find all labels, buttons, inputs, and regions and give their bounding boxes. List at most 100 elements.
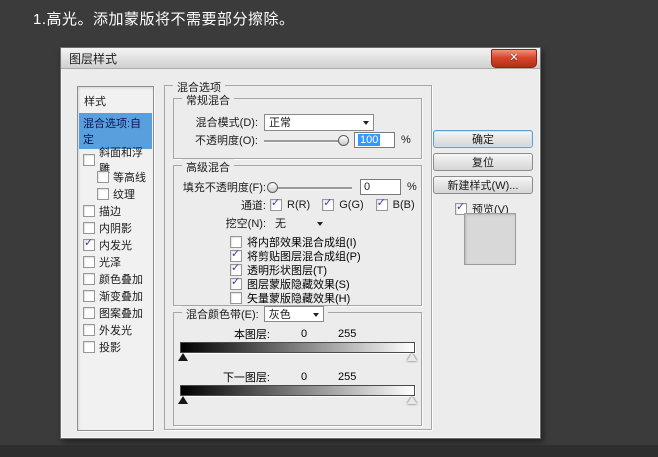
- blend-if-legend: 混合颜色带(E): 灰色: [182, 306, 328, 322]
- blend-if-value: 灰色: [269, 306, 291, 322]
- this-layer-row: 本图层: 0 255: [174, 327, 421, 341]
- option-layer-mask-hides[interactable]: 图层蒙版隐藏效果(S): [230, 278, 421, 289]
- marker-row: [180, 396, 415, 405]
- sidebar-item-pattern-overlay[interactable]: 图案叠加: [78, 304, 153, 321]
- sidebar-item-label: 等高线: [113, 169, 146, 185]
- option-transparency-shapes[interactable]: 透明形状图层(T): [230, 264, 421, 275]
- general-blending-group: 常规混合 混合模式(D): 正常 不透明度(O): 100: [173, 98, 422, 159]
- checkbox[interactable]: [83, 273, 95, 285]
- sidebar-item-label: 纹理: [113, 186, 135, 202]
- sidebar-item-color-overlay[interactable]: 颜色叠加: [78, 270, 153, 287]
- checkbox[interactable]: [230, 278, 242, 290]
- knockout-value: 无: [275, 215, 286, 231]
- black-point-marker[interactable]: [178, 353, 188, 361]
- opacity-slider[interactable]: [264, 136, 346, 145]
- blend-if-select[interactable]: 灰色: [264, 306, 324, 322]
- channel-b[interactable]: B(B): [376, 199, 415, 211]
- sidebar-item-inner-shadow[interactable]: 内阴影: [78, 219, 153, 236]
- ok-button[interactable]: 确定: [433, 130, 533, 148]
- underlying-layer-row: 下一图层: 0 255: [174, 370, 421, 384]
- blend-mode-label: 混合模式(D):: [174, 114, 264, 130]
- sidebar-item-label: 颜色叠加: [99, 271, 143, 287]
- advanced-options-list: 将内部效果混合成组(I) 将剪贴图层混合成组(P) 透明形状图层(T) 图层蒙版…: [174, 236, 421, 303]
- fill-opacity-unit: %: [407, 181, 417, 193]
- sidebar-header: 样式: [78, 92, 153, 112]
- checkbox[interactable]: [83, 239, 95, 251]
- channel-label: R(R): [287, 199, 310, 211]
- sidebar-item-label: 渐变叠加: [99, 288, 143, 304]
- white-point-marker[interactable]: [407, 353, 417, 361]
- underlying-layer-label: 下一图层:: [174, 369, 270, 385]
- new-style-button[interactable]: 新建样式(W)...: [433, 176, 533, 194]
- checkbox[interactable]: [230, 292, 242, 304]
- styles-sidebar: 样式 混合选项:自定 斜面和浮雕 等高线 纹理 描边 内阴影: [77, 86, 154, 431]
- knockout-select[interactable]: 无: [270, 215, 328, 232]
- fill-opacity-slider[interactable]: [270, 183, 352, 192]
- option-label: 矢量蒙版隐藏效果(H): [247, 290, 350, 306]
- checkbox[interactable]: [83, 324, 95, 336]
- white-point-marker[interactable]: [407, 396, 417, 404]
- blend-if-label: 混合颜色带(E):: [186, 306, 259, 322]
- marker-row: [180, 353, 415, 362]
- this-layer-gradient: [180, 342, 415, 362]
- slider-track: [270, 187, 352, 190]
- option-blend-clipped[interactable]: 将剪贴图层混合成组(P): [230, 250, 421, 261]
- layer-style-dialog: 图层样式 ✕ 样式 混合选项:自定 斜面和浮雕 等高线 纹理 描边: [60, 47, 541, 439]
- sidebar-item-outer-glow[interactable]: 外发光: [78, 321, 153, 338]
- sidebar-item-inner-glow[interactable]: 内发光: [78, 236, 153, 253]
- sidebar-item-satin[interactable]: 光泽: [78, 253, 153, 270]
- fill-opacity-value: 0: [364, 181, 370, 193]
- group-title: 高级混合: [182, 159, 234, 175]
- checkbox[interactable]: [83, 222, 95, 234]
- checkbox[interactable]: [97, 171, 109, 183]
- checkbox[interactable]: [83, 205, 95, 217]
- chevron-down-icon: [313, 313, 319, 320]
- tutorial-caption: 1.高光。添加蒙版将不需要部分擦除。: [33, 8, 295, 29]
- sidebar-item-label: 描边: [99, 203, 121, 219]
- checkbox[interactable]: [270, 199, 282, 211]
- sidebar-item-stroke[interactable]: 描边: [78, 202, 153, 219]
- checkbox[interactable]: [83, 341, 95, 353]
- opacity-unit: %: [401, 134, 411, 146]
- checkbox[interactable]: [83, 307, 95, 319]
- blending-options-group: 混合选项 常规混合 混合模式(D): 正常 不透明度(O):: [164, 85, 432, 430]
- chevron-down-icon: [363, 121, 369, 128]
- underlying-layer-max: 255: [338, 371, 356, 383]
- sidebar-item-texture[interactable]: 纹理: [78, 185, 153, 202]
- this-layer-min: 0: [270, 328, 338, 340]
- dialog-titlebar[interactable]: 图层样式 ✕: [61, 48, 540, 69]
- blend-mode-select[interactable]: 正常: [264, 114, 374, 131]
- fill-opacity-input[interactable]: 0: [360, 179, 401, 195]
- checkbox[interactable]: [97, 188, 109, 200]
- slider-thumb[interactable]: [338, 135, 349, 146]
- checkbox[interactable]: [376, 199, 388, 211]
- option-vector-mask-hides[interactable]: 矢量蒙版隐藏效果(H): [230, 292, 421, 303]
- sidebar-item-drop-shadow[interactable]: 投影: [78, 338, 153, 355]
- blend-mode-value: 正常: [269, 114, 291, 130]
- sidebar-item-gradient-overlay[interactable]: 渐变叠加: [78, 287, 153, 304]
- fill-opacity-label: 填充不透明度(F):: [174, 179, 270, 195]
- reset-button[interactable]: 复位: [433, 153, 533, 171]
- close-button[interactable]: ✕: [491, 49, 537, 68]
- checkbox[interactable]: [83, 154, 95, 166]
- channels-label: 通道:: [174, 197, 270, 213]
- opacity-input[interactable]: 100: [354, 132, 395, 148]
- black-point-marker[interactable]: [178, 396, 188, 404]
- channel-r[interactable]: R(R): [270, 199, 310, 211]
- channel-label: G(G): [339, 199, 363, 211]
- sidebar-item-bevel-emboss[interactable]: 斜面和浮雕: [78, 151, 153, 168]
- checkbox[interactable]: [83, 256, 95, 268]
- checkbox[interactable]: [83, 290, 95, 302]
- sidebar-item-label: 内发光: [99, 237, 132, 253]
- close-icon: ✕: [509, 52, 518, 64]
- this-layer-max: 255: [338, 328, 356, 340]
- dialog-title: 图层样式: [69, 50, 117, 67]
- checkbox[interactable]: [322, 199, 334, 211]
- slider-thumb[interactable]: [267, 182, 278, 193]
- option-blend-interior[interactable]: 将内部效果混合成组(I): [230, 236, 421, 247]
- preview-swatch: [464, 213, 516, 265]
- sidebar-item-contour[interactable]: 等高线: [78, 168, 153, 185]
- slider-track: [264, 140, 346, 143]
- blend-if-group: 混合颜色带(E): 灰色 本图层: 0 255: [173, 312, 422, 426]
- channel-g[interactable]: G(G): [322, 199, 363, 211]
